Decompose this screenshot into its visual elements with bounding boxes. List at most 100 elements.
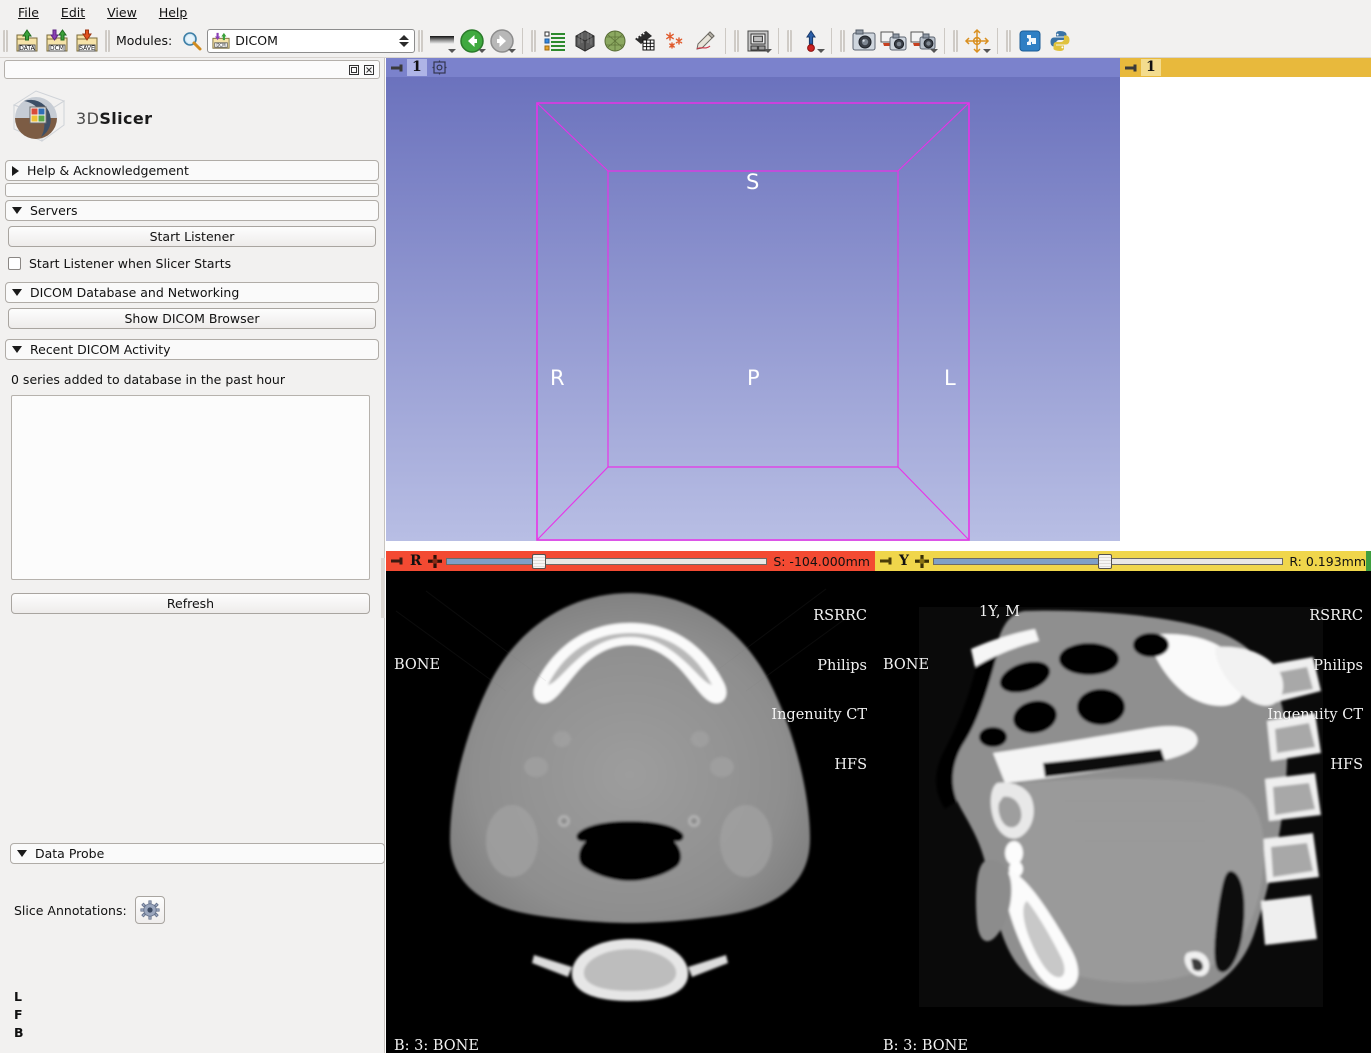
module-selector[interactable]: DCM DICOM bbox=[207, 28, 416, 53]
drawing-button[interactable] bbox=[690, 26, 720, 56]
capture-toolbar-grip[interactable] bbox=[840, 29, 846, 52]
section-dicom-database[interactable]: DICOM Database and Networking bbox=[5, 282, 379, 303]
settings-gear-icon bbox=[140, 900, 160, 920]
favorites-toolbar-grip[interactable] bbox=[418, 29, 424, 52]
start-listener-checkbox-row[interactable]: Start Listener when Slicer Starts bbox=[8, 256, 384, 271]
axial-slice-view[interactable]: RSRRC Philips Ingenuity CT HFS BONE B: 3… bbox=[386, 571, 875, 1053]
screenshot-button[interactable] bbox=[849, 26, 879, 56]
start-listener-checkbox-label: Start Listener when Slicer Starts bbox=[29, 256, 232, 271]
panel-splitter[interactable] bbox=[381, 558, 385, 618]
toolbar-separator-2 bbox=[725, 27, 727, 54]
axial-slice-slider[interactable] bbox=[445, 554, 768, 569]
layout-button[interactable] bbox=[743, 26, 773, 56]
module-panel: 3DSlicer Help & Acknowledgement Servers … bbox=[0, 58, 385, 1053]
orientation-label-l: L bbox=[944, 366, 956, 390]
load-dicom-button[interactable]: DCM bbox=[42, 26, 72, 56]
show-dicom-browser-button[interactable]: Show DICOM Browser bbox=[8, 308, 376, 329]
close-icon[interactable] bbox=[363, 64, 375, 76]
chevron-right-icon bbox=[12, 165, 19, 176]
menu-edit[interactable]: Edit bbox=[51, 2, 95, 23]
sagittal-slice-view[interactable]: RSRRC Philips Ingenuity CT HFS 1Y, M BON… bbox=[875, 571, 1371, 1053]
save-data-icon-text: SAVE bbox=[79, 45, 95, 52]
module-spinner[interactable] bbox=[397, 32, 411, 50]
recent-activity-list[interactable] bbox=[11, 395, 370, 580]
modules-label: Modules: bbox=[116, 33, 173, 48]
sagittal-slice-letter[interactable]: Y bbox=[899, 553, 909, 569]
refresh-button[interactable]: Refresh bbox=[11, 593, 370, 614]
section-recent-dicom-activity-label: Recent DICOM Activity bbox=[30, 342, 171, 357]
colormap-dropdown-icon[interactable] bbox=[448, 48, 457, 53]
section-help-acknowledgement[interactable]: Help & Acknowledgement bbox=[5, 160, 379, 181]
sagittal-offset-value: R: 0.193mm bbox=[1289, 553, 1366, 569]
menu-help[interactable]: Help bbox=[149, 2, 198, 23]
view3d-header: 1 bbox=[386, 58, 1120, 77]
mouse-mode-dropdown-icon[interactable] bbox=[817, 48, 826, 53]
right-view-number[interactable]: 1 bbox=[1141, 59, 1161, 76]
screen-capture-button[interactable] bbox=[879, 26, 909, 56]
sagittal-slider-handle[interactable] bbox=[1097, 554, 1112, 569]
slicer-main-window: File Edit View Help DATA DCM SAVE Module… bbox=[0, 0, 1371, 1053]
toolbar-grip[interactable] bbox=[3, 29, 8, 52]
layout-toolbar-grip[interactable] bbox=[734, 29, 740, 52]
slice-visibility-icon[interactable] bbox=[914, 554, 930, 569]
module-search-button[interactable] bbox=[177, 26, 207, 56]
crosshair-toolbar-grip[interactable] bbox=[953, 29, 959, 52]
mouse-mode-grip[interactable] bbox=[787, 29, 793, 52]
crosshair-dropdown-icon[interactable] bbox=[983, 48, 992, 53]
start-listener-checkbox[interactable] bbox=[8, 257, 21, 270]
start-listener-button[interactable]: Start Listener bbox=[8, 226, 376, 247]
right-view-canvas[interactable] bbox=[1120, 77, 1371, 541]
load-data-icon-text: DATA bbox=[19, 45, 35, 52]
modules-favorites-grip[interactable] bbox=[531, 29, 537, 52]
data-probe-row-b: B bbox=[14, 1025, 24, 1040]
menu-file[interactable]: File bbox=[8, 2, 49, 23]
models-button[interactable] bbox=[600, 26, 630, 56]
axial-window-preset: BONE bbox=[394, 657, 441, 673]
view3d-canvas[interactable]: S R P L I bbox=[386, 77, 1120, 541]
redo-forward-button[interactable] bbox=[487, 26, 517, 56]
back-dropdown-icon[interactable] bbox=[478, 48, 487, 53]
pin-icon[interactable] bbox=[390, 62, 404, 74]
undock-icon[interactable] bbox=[348, 64, 360, 76]
section-servers[interactable]: Servers bbox=[5, 200, 379, 221]
markups-button[interactable] bbox=[660, 26, 690, 56]
orientation-label-p: P bbox=[747, 366, 760, 390]
forward-dropdown-icon[interactable] bbox=[508, 48, 517, 53]
extensions-manager-button[interactable] bbox=[1015, 26, 1045, 56]
scene-views-dropdown-icon[interactable] bbox=[930, 48, 939, 53]
maximize-view-icon[interactable] bbox=[432, 60, 447, 75]
view-splitter-horizontal[interactable] bbox=[386, 541, 1371, 551]
pin-icon[interactable] bbox=[390, 555, 404, 567]
data-probe-row-l: L bbox=[14, 989, 22, 1004]
save-data-button[interactable]: SAVE bbox=[72, 26, 102, 56]
subject-hierarchy-button[interactable] bbox=[540, 26, 570, 56]
segmentations-button[interactable] bbox=[630, 26, 660, 56]
crosshair-jump-button[interactable] bbox=[796, 26, 826, 56]
axial-slider-handle[interactable] bbox=[531, 554, 546, 569]
scene-views-button[interactable] bbox=[909, 26, 939, 56]
sagittal-slice-slider[interactable] bbox=[933, 554, 1284, 569]
orientation-label-r: R bbox=[550, 366, 565, 390]
slice-visibility-icon[interactable] bbox=[427, 554, 443, 569]
crosshair-button[interactable] bbox=[962, 26, 992, 56]
colormap-button[interactable] bbox=[427, 26, 457, 56]
sagittal-institution: RSRRC bbox=[1309, 608, 1363, 624]
menu-view[interactable]: View bbox=[97, 2, 147, 23]
slice-annotations-settings-button[interactable] bbox=[134, 896, 165, 924]
view3d-number[interactable]: 1 bbox=[407, 59, 427, 76]
modules-toolbar-grip[interactable] bbox=[105, 29, 110, 52]
axial-position: HFS bbox=[834, 756, 867, 773]
layout-dropdown-icon[interactable] bbox=[764, 48, 773, 53]
pin-icon[interactable] bbox=[879, 555, 893, 567]
undo-back-button[interactable] bbox=[457, 26, 487, 56]
extensions-toolbar-grip[interactable] bbox=[1006, 29, 1012, 52]
python-console-button[interactable] bbox=[1045, 26, 1075, 56]
pin-icon[interactable] bbox=[1124, 62, 1138, 74]
section-recent-dicom-activity[interactable]: Recent DICOM Activity bbox=[5, 339, 379, 360]
axial-slice-letter[interactable]: R bbox=[410, 553, 422, 569]
volume-rendering-button[interactable] bbox=[570, 26, 600, 56]
axial-manufacturer: Philips bbox=[817, 657, 867, 674]
load-data-button[interactable]: DATA bbox=[12, 26, 42, 56]
section-data-probe-label: Data Probe bbox=[35, 846, 105, 861]
section-data-probe[interactable]: Data Probe bbox=[10, 843, 385, 864]
